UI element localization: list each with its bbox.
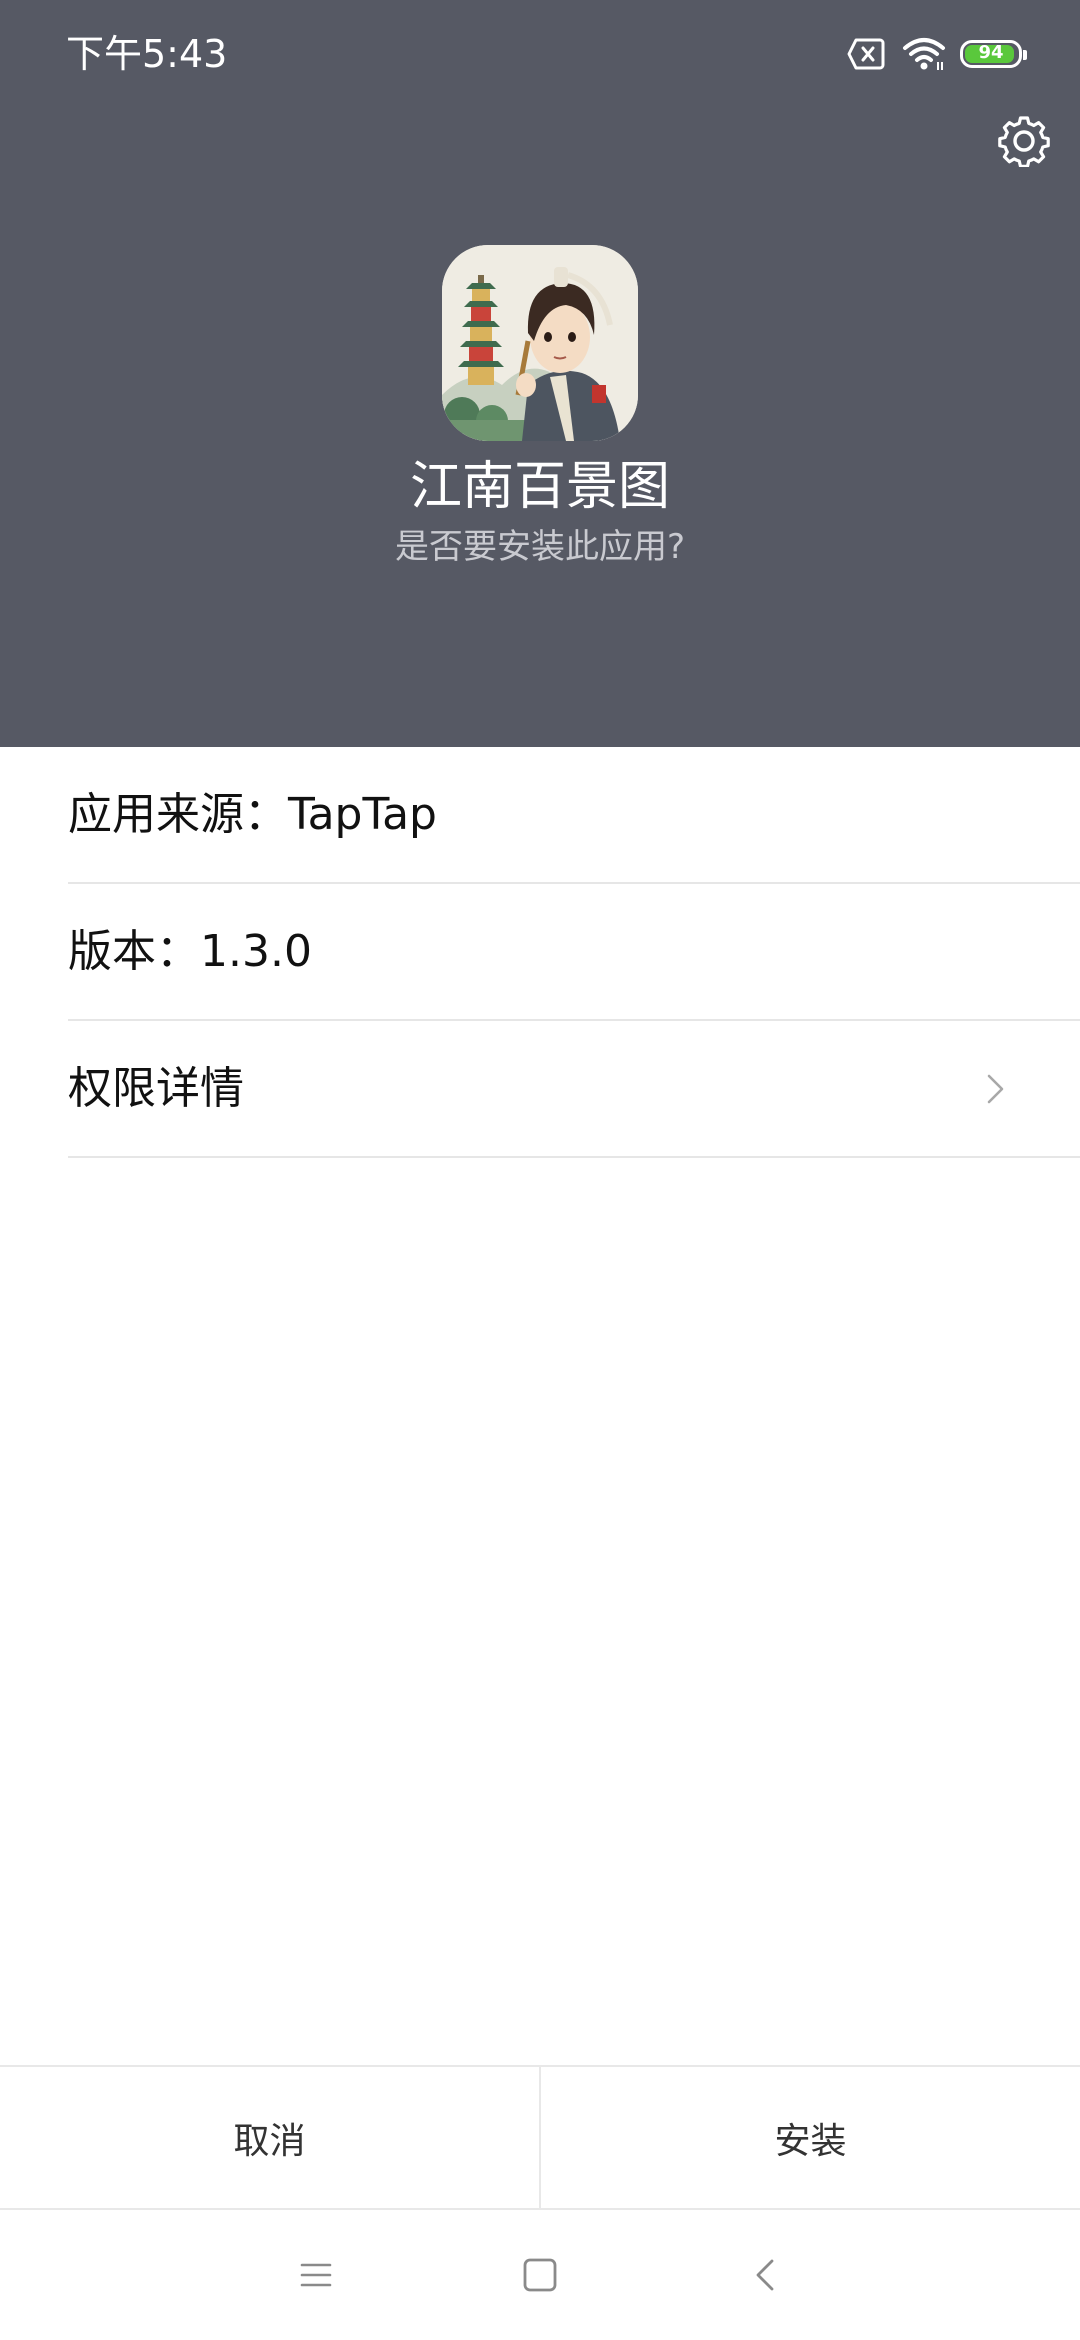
app-info-list: 应用来源：TapTap 版本：1.3.0 权限详情	[0, 747, 1080, 1158]
install-question: 是否要安装此应用?	[394, 527, 686, 567]
chevron-right-icon	[987, 1074, 1004, 1103]
cancel-button[interactable]: 取消	[0, 2067, 541, 2208]
install-screen: 下午5:43 94 江南百景图 是否要安装此应用? 应用来源：TapTap 版本…	[0, 0, 1080, 2340]
app-source-value: TapTap	[288, 788, 437, 840]
back-button[interactable]	[736, 2245, 796, 2305]
battery-cap	[1023, 50, 1027, 60]
app-source-label: 应用来源：	[68, 788, 288, 840]
permissions-label: 权限详情	[68, 1062, 244, 1114]
gear-icon	[998, 116, 1050, 167]
status-time: 下午5:43	[66, 32, 228, 76]
status-bar: 下午5:43 94	[0, 0, 1080, 108]
app-source-text: 应用来源：TapTap	[68, 785, 437, 845]
action-bar: 取消 安装	[0, 2065, 1080, 2210]
wifi-icon	[903, 38, 945, 70]
app-icon-artwork	[442, 245, 638, 441]
sim-no-service-icon	[847, 38, 885, 70]
install-button[interactable]: 安装	[541, 2067, 1080, 2208]
home-button[interactable]	[510, 2245, 570, 2305]
app-name: 江南百景图	[409, 457, 670, 517]
home-icon	[523, 2258, 557, 2292]
menu-button[interactable]	[286, 2245, 346, 2305]
settings-button[interactable]	[996, 113, 1052, 169]
version-label: 版本：	[68, 925, 200, 977]
version-text: 版本：1.3.0	[68, 922, 312, 982]
battery-level: 94	[978, 42, 1004, 63]
header: 下午5:43 94 江南百景图 是否要安装此应用?	[0, 0, 1080, 747]
menu-icon	[300, 2263, 332, 2287]
battery-icon: 94	[960, 40, 1027, 68]
navigation-bar	[0, 2210, 1080, 2340]
status-icons: 94	[846, 34, 1027, 74]
app-icon	[442, 245, 638, 441]
permissions-row[interactable]: 权限详情	[68, 1021, 1080, 1158]
version-value: 1.3.0	[200, 925, 312, 977]
version-row: 版本：1.3.0	[68, 884, 1080, 1021]
back-icon	[756, 2259, 774, 2291]
app-source-row: 应用来源：TapTap	[68, 747, 1080, 884]
